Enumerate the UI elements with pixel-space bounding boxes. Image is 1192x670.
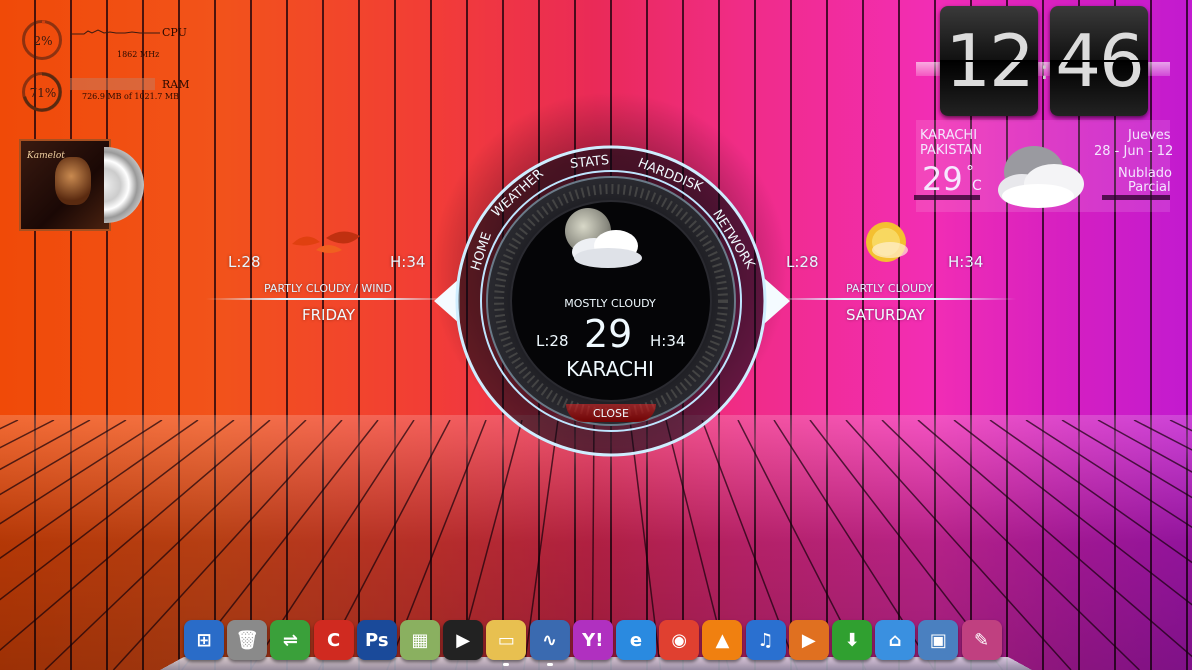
floor-line <box>1061 420 1192 499</box>
weather-condition-2: Parcial <box>1128 180 1171 195</box>
weather-city: KARACHI <box>920 128 978 143</box>
floor-line <box>1133 420 1192 451</box>
floor-line <box>0 420 163 525</box>
ram-percent: 71% <box>29 86 57 100</box>
cpu-graph <box>70 29 160 35</box>
hud-high: H:34 <box>650 332 686 350</box>
clock-hour: 12 <box>945 19 1035 103</box>
forecast-right-day: SATURDAY <box>846 306 926 324</box>
forecast-right-high: H:34 <box>948 253 984 271</box>
dock-running-indicator <box>503 663 510 666</box>
home-folder-icon[interactable]: ⌂ <box>875 620 916 660</box>
image-viewer-icon[interactable]: ▦ <box>400 620 440 660</box>
floor-line <box>0 420 199 560</box>
internet-explorer-icon[interactable]: e <box>616 620 656 660</box>
clock-hour-card: 12 <box>940 6 1038 116</box>
cpu-meter: 2% CPU 1862 MHz <box>22 20 212 64</box>
weather-condition-1: Nublado <box>1118 166 1172 181</box>
floor-line <box>1169 420 1192 432</box>
partly-sunny-icon <box>866 222 908 262</box>
forecast-left-line <box>206 298 452 300</box>
weather-temperature: 29 <box>922 160 963 198</box>
forecast-right-line <box>770 298 1016 300</box>
chrome-icon[interactable]: ◉ <box>659 620 700 660</box>
forecast-left-high: H:34 <box>390 253 426 271</box>
hud-low: L:28 <box>536 332 569 350</box>
usb-drive-icon[interactable]: ⇌ <box>270 620 311 660</box>
recycle-bin-icon[interactable]: 🗑 <box>227 620 268 660</box>
computer-icon[interactable]: ▣ <box>918 620 959 660</box>
ram-label: RAM <box>162 78 190 91</box>
forecast-left-condition: PARTLY CLOUDY / WIND <box>264 282 393 295</box>
weather-day: Jueves <box>1128 128 1171 143</box>
itunes-icon[interactable]: ♫ <box>745 620 786 660</box>
hud-condition: MOSTLY CLOUDY <box>564 297 656 310</box>
weather-shelf-right <box>1102 195 1170 200</box>
album-cover[interactable]: Kamelot <box>19 139 111 231</box>
media-player-icon[interactable]: ▶ <box>788 620 829 660</box>
floor-line <box>0 420 55 449</box>
cpu-speed: 1862 MHz <box>117 50 160 59</box>
forecast-right-low: L:28 <box>786 253 819 271</box>
wind-leaves-icon <box>292 231 360 253</box>
forecast-right-condition: PARTLY CLOUDY <box>846 282 933 295</box>
paint-icon[interactable]: ✎ <box>961 620 1002 660</box>
floor-line <box>0 420 91 471</box>
clock-minute: 46 <box>1055 19 1145 103</box>
cpu-label: CPU <box>162 26 187 39</box>
floor-line <box>0 420 19 430</box>
cloud-icon <box>998 146 1084 208</box>
forecast-left-day: FRIDAY <box>302 306 356 324</box>
album-band-name: Kamelot <box>27 151 65 161</box>
photoshop-icon[interactable]: Ps <box>356 620 397 660</box>
floor-line <box>1097 420 1192 473</box>
night-cloud-icon <box>572 230 642 268</box>
hud-close-label: CLOSE <box>592 407 629 420</box>
yahoo-messenger-icon[interactable]: Y! <box>572 620 613 660</box>
ram-meter: 71% RAM 726.9 MB of 1021.7 MB <box>22 72 212 116</box>
clock-colon: : <box>1040 56 1049 86</box>
weather-unit: C <box>972 178 982 194</box>
windows-start-icon[interactable]: ⊞ <box>184 620 224 660</box>
vlc-icon[interactable]: ▲ <box>702 620 743 660</box>
hud-city: KARACHI <box>566 357 654 381</box>
weather-country: PAKISTAN <box>920 143 983 158</box>
ram-usage: 726.9 MB of 1021.7 MB <box>82 92 179 101</box>
download-icon[interactable]: ⬇ <box>832 620 872 660</box>
forecast-left-low: L:28 <box>228 253 261 271</box>
clock-minute-card: 46 <box>1050 6 1148 116</box>
weather-date: 28 - Jun - 12 <box>1094 144 1174 159</box>
hud-temperature: 29 <box>584 312 633 356</box>
video-camera-icon[interactable]: ▶ <box>443 620 484 660</box>
floor-line <box>989 420 1192 564</box>
folder-icon[interactable]: ▭ <box>486 620 527 660</box>
album-artwork <box>55 157 91 205</box>
weather-shelf-left <box>914 195 980 200</box>
cpu-percent: 2% <box>33 34 53 48</box>
ram-usage-bar <box>70 78 155 90</box>
ccleaner-icon[interactable]: C <box>313 620 354 660</box>
dock-running-indicator <box>546 663 553 666</box>
task-manager-icon[interactable]: ∿ <box>529 620 570 660</box>
